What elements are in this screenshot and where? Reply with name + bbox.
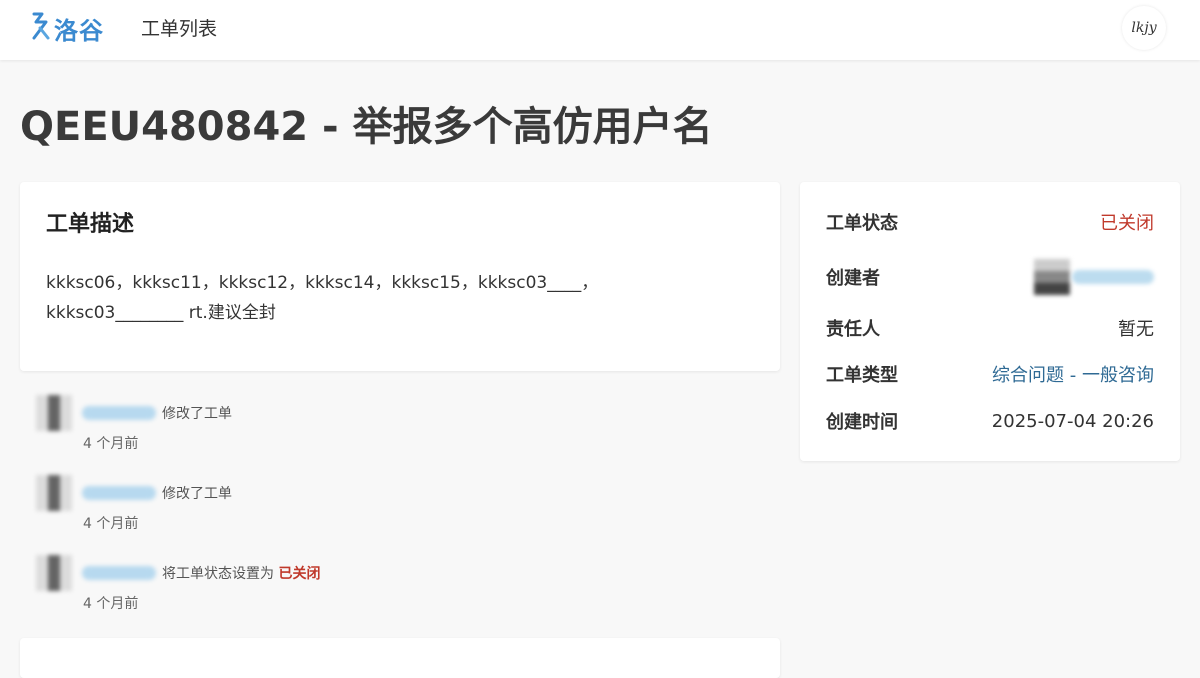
assignee-row: 责任人 暂无 [826, 313, 1154, 343]
activity-time: 4 个月前 [83, 596, 139, 612]
created-label: 创建时间 [826, 412, 898, 433]
activity-avatar[interactable] [36, 555, 72, 591]
type-row: 工单类型 综合问题 - 一般咨询 [826, 359, 1154, 389]
creator-user[interactable] [1034, 259, 1154, 295]
type-link[interactable]: 综合问题 - 一般咨询 [992, 361, 1154, 387]
creator-row: 创建者 [826, 257, 1154, 297]
activity-item: 将工单状态设置为 已关闭 4 个月前 [36, 555, 536, 615]
activity-action: 修改了工单 [162, 486, 232, 502]
activity-text: 将工单状态设置为 已关闭 [162, 563, 320, 583]
created-value: 2025-07-04 20:26 [991, 410, 1154, 432]
description-card: 工单描述 kkksc06，kkksc11，kkksc12，kkksc14，kkk… [20, 182, 780, 371]
comment-card [20, 638, 780, 678]
luogu-logo-icon [28, 10, 52, 46]
created-row: 创建时间 2025-07-04 20:26 [826, 406, 1154, 436]
activity-action: 将工单状态设置为 [162, 566, 274, 582]
activity-time: 4 个月前 [83, 436, 139, 452]
assignee-value: 暂无 [1118, 319, 1154, 340]
creator-label: 创建者 [826, 268, 880, 289]
status-row: 工单状态 已关闭 [826, 207, 1154, 237]
description-line: kkksc03________ rt.建议全封 [46, 303, 276, 323]
activity-text: 修改了工单 [162, 483, 232, 503]
activity-username[interactable] [82, 566, 156, 580]
description-line: kkksc06，kkksc11，kkksc12，kkksc14，kkksc15，… [46, 273, 599, 293]
creator-name[interactable] [1072, 270, 1154, 284]
nav-ticket-list[interactable]: 工单列表 [141, 14, 217, 41]
status-value: 已关闭 [1100, 213, 1154, 234]
description-body: kkksc06，kkksc11，kkksc12，kkksc14，kkksc15，… [46, 268, 746, 328]
activity-username[interactable] [82, 406, 156, 420]
luogu-logo[interactable]: 洛谷 [28, 10, 104, 46]
type-label: 工单类型 [826, 365, 898, 386]
assignee-label: 责任人 [826, 319, 880, 340]
activity-avatar[interactable] [36, 475, 72, 511]
description-heading: 工单描述 [46, 212, 135, 237]
logo-text: 洛谷 [54, 16, 104, 45]
activity-status: 已关闭 [278, 566, 321, 582]
creator-avatar[interactable] [1034, 259, 1070, 295]
page-title: QEEU480842 - 举报多个高仿用户名 [20, 104, 713, 150]
activity-item: 修改了工单 4 个月前 [36, 395, 536, 455]
activity-avatar[interactable] [36, 395, 72, 431]
activity-item: 修改了工单 4 个月前 [36, 475, 536, 535]
status-label: 工单状态 [826, 213, 898, 234]
activity-text: 修改了工单 [162, 403, 232, 423]
activity-time: 4 个月前 [83, 516, 139, 532]
user-avatar[interactable]: lkjy [1122, 6, 1166, 50]
top-navbar: 洛谷 工单列表 lkjy [0, 0, 1200, 60]
ticket-info-card: 工单状态 已关闭 创建者 责任人 暂无 工单类型 综合问题 - 一般咨询 创建时… [800, 182, 1180, 461]
activity-username[interactable] [82, 486, 156, 500]
activity-action: 修改了工单 [162, 406, 232, 422]
